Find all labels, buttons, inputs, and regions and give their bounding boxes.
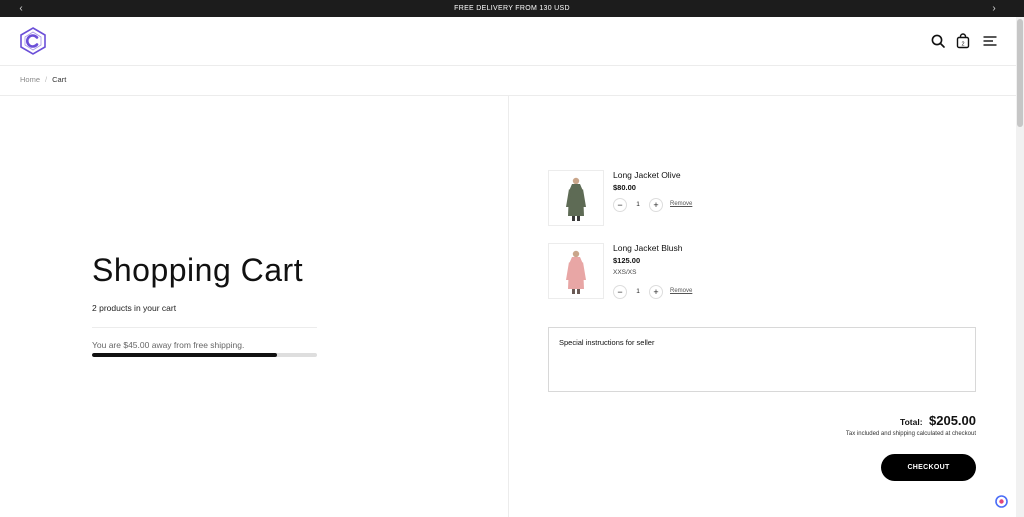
- menu-icon[interactable]: [982, 33, 998, 49]
- special-instructions-input[interactable]: [549, 328, 975, 391]
- brand-logo[interactable]: [18, 26, 48, 56]
- remove-link[interactable]: Remove: [670, 288, 692, 294]
- chat-widget-icon[interactable]: [995, 495, 1008, 508]
- jacket-blush-image: [566, 250, 586, 294]
- progress-fill: [92, 353, 277, 357]
- seller-notes: [548, 327, 976, 392]
- product-name[interactable]: Long Jacket Blush: [613, 243, 682, 253]
- chevron-right-icon[interactable]: ›: [987, 0, 1001, 17]
- quantity-stepper: − 1 +: [613, 285, 663, 299]
- bag-count: 2: [961, 42, 964, 48]
- quantity-decrease-button[interactable]: −: [613, 285, 627, 299]
- product-name[interactable]: Long Jacket Olive: [613, 170, 681, 180]
- free-shipping-progress: [92, 353, 317, 357]
- total-value: $205.00: [929, 413, 976, 428]
- page-title: Shopping Cart: [92, 252, 304, 288]
- product-image[interactable]: [548, 170, 604, 226]
- quantity-value[interactable]: 1: [627, 285, 649, 299]
- quantity-stepper: − 1 +: [613, 198, 663, 212]
- announcement-text: FREE DELIVERY FROM 130 USD: [454, 5, 570, 12]
- announcement-bar: ‹ FREE DELIVERY FROM 130 USD ›: [0, 0, 1024, 17]
- product-price: $80.00: [613, 183, 636, 192]
- search-icon[interactable]: [930, 33, 946, 49]
- column-divider: [508, 96, 509, 517]
- scrollbar-thumb[interactable]: [1017, 19, 1023, 127]
- cart-count: 2 products in your cart: [92, 303, 177, 313]
- cart-item: Long Jacket Blush $125.00 XXS/XS − 1 + R…: [548, 243, 968, 301]
- breadcrumb: Home / Cart: [0, 66, 1016, 96]
- total-label: Total:: [900, 417, 923, 427]
- scrollbar[interactable]: [1016, 17, 1024, 517]
- product-image[interactable]: [548, 243, 604, 299]
- remove-link[interactable]: Remove: [670, 201, 692, 207]
- quantity-value[interactable]: 1: [627, 198, 649, 212]
- cart-total: Total: $205.00: [900, 412, 976, 430]
- shopping-bag-icon[interactable]: 2: [955, 33, 971, 49]
- breadcrumb-current: Cart: [52, 75, 67, 84]
- tax-note: Tax included and shipping calculated at …: [845, 431, 976, 437]
- checkout-button[interactable]: CHECKOUT: [881, 454, 976, 481]
- quantity-decrease-button[interactable]: −: [613, 198, 627, 212]
- divider: [92, 327, 317, 328]
- site-header: 2: [0, 17, 1016, 66]
- product-variant: XXS/XS: [613, 269, 637, 276]
- breadcrumb-separator: /: [45, 75, 48, 84]
- product-price: $125.00: [613, 256, 641, 265]
- breadcrumb-home[interactable]: Home: [20, 75, 40, 84]
- cart-item: Long Jacket Olive $80.00 − 1 + Remove: [548, 170, 968, 228]
- quantity-increase-button[interactable]: +: [649, 198, 663, 212]
- free-shipping-message: You are $45.00 away from free shipping.: [92, 340, 245, 350]
- jacket-olive-image: [566, 177, 586, 221]
- quantity-increase-button[interactable]: +: [649, 285, 663, 299]
